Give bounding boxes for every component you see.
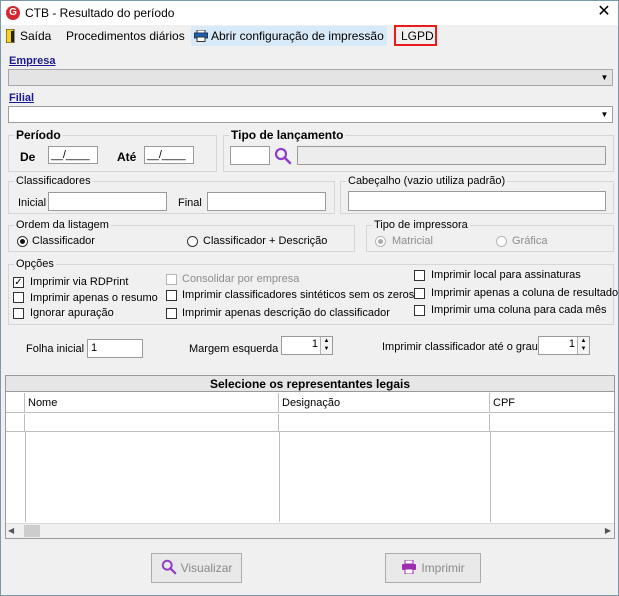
- opt-sinteticos-checkbox[interactable]: [166, 290, 177, 301]
- impressora-option-label: Matricial: [392, 235, 433, 247]
- spinner-arrows-icon[interactable]: ▲ ▼: [320, 337, 332, 354]
- periodo-from-label: De: [20, 150, 36, 164]
- ordem-classificador-radio[interactable]: [17, 236, 28, 247]
- grid-column-line: [490, 432, 491, 522]
- magnifier-icon: [161, 559, 177, 578]
- visualizar-button[interactable]: Visualizar: [151, 553, 242, 583]
- opt-consolidar-checkbox[interactable]: [166, 274, 177, 285]
- tipo-lancamento-code-input[interactable]: [230, 146, 270, 165]
- close-button[interactable]: ✕: [595, 3, 613, 21]
- opt-rdprint-checkbox[interactable]: ✓: [13, 277, 24, 288]
- app-logo-icon: G: [6, 6, 20, 20]
- row-indicator-header: [6, 393, 25, 413]
- grid-column-line: [279, 432, 280, 522]
- visualizar-label: Visualizar: [180, 561, 233, 575]
- classificador-inicial-input[interactable]: [48, 192, 167, 211]
- scroll-right-icon[interactable]: ▶: [605, 526, 611, 535]
- opt-label: Imprimir via RDPrint: [30, 276, 129, 288]
- opt-label: Ignorar apuração: [30, 307, 114, 319]
- exit-door-icon: [5, 28, 15, 44]
- table-cell[interactable]: [279, 414, 490, 432]
- table-cell[interactable]: [25, 414, 279, 432]
- opt-coluna-mes-checkbox[interactable]: [414, 305, 425, 316]
- menu-print-config[interactable]: Abrir configuração de impressão: [211, 28, 384, 44]
- classificador-inicial-label: Inicial: [18, 197, 47, 209]
- margem-label: Margem esquerda: [189, 343, 279, 355]
- opt-coluna-resultado-checkbox[interactable]: [414, 288, 425, 299]
- menu-bar: Saída Procedimentos diários Abrir config…: [1, 25, 618, 47]
- table-row-indicator[interactable]: [6, 414, 25, 432]
- tipo-impressora-legend: Tipo de impressora: [374, 219, 468, 231]
- grau-spinner[interactable]: 1 ▲ ▼: [538, 336, 590, 355]
- column-header-designacao[interactable]: Designação: [279, 393, 490, 413]
- print-icon: [401, 559, 417, 577]
- cabecalho-input[interactable]: [348, 191, 606, 211]
- opt-label: Imprimir classificadores sintéticos sem …: [182, 289, 415, 301]
- cabecalho-legend: Cabeçalho (vazio utiliza padrão): [348, 175, 506, 187]
- ctb-result-window: G CTB - Resultado do período ✕ Saída Pro…: [0, 0, 619, 596]
- folha-inicial-input[interactable]: 1: [87, 339, 143, 358]
- grau-value: 1: [568, 338, 575, 350]
- opt-label: Imprimir local para assinaturas: [431, 269, 581, 281]
- representantes-grid[interactable]: Selecione os representantes legais Nome …: [5, 375, 615, 539]
- filial-combo[interactable]: ▼: [8, 106, 613, 123]
- window-title: CTB - Resultado do período: [25, 6, 175, 20]
- ordem-option-label: Classificador + Descrição: [203, 235, 328, 247]
- empresa-combo[interactable]: ▼: [8, 69, 613, 86]
- opt-assinaturas-checkbox[interactable]: [414, 270, 425, 281]
- classificador-final-input[interactable]: [207, 192, 326, 211]
- search-icon[interactable]: [274, 147, 292, 165]
- menu-exit[interactable]: Saída: [20, 28, 51, 44]
- chevron-down-icon: ▼: [600, 110, 609, 119]
- opt-descricao-checkbox[interactable]: [166, 308, 177, 319]
- periodo-legend: Período: [16, 128, 61, 142]
- tipo-lancamento-legend: Tipo de lançamento: [231, 128, 344, 142]
- opt-label: Imprimir uma coluna para cada mês: [431, 304, 607, 316]
- opt-label: Imprimir apenas o resumo: [30, 292, 158, 304]
- ordem-legend: Ordem da listagem: [16, 219, 109, 231]
- printer-icon-overlay: [194, 29, 208, 42]
- opt-label: Imprimir apenas a coluna de resultado: [431, 287, 619, 299]
- grid-column-line: [25, 432, 26, 522]
- opt-label: Consolidar por empresa: [182, 273, 300, 285]
- ordem-classificador-descricao-radio[interactable]: [187, 236, 198, 247]
- impressora-matricial-radio[interactable]: [375, 236, 386, 247]
- classificador-final-label: Final: [178, 197, 202, 209]
- menu-lgpd[interactable]: LGPD: [401, 28, 434, 44]
- chevron-down-icon: ▼: [600, 73, 609, 82]
- table-cell[interactable]: [490, 414, 614, 432]
- scroll-left-icon[interactable]: ◀: [8, 526, 14, 535]
- opt-label: Imprimir apenas descrição do classificad…: [182, 307, 390, 319]
- column-header-cpf[interactable]: CPF: [490, 393, 614, 413]
- imprimir-button[interactable]: Imprimir: [385, 553, 481, 583]
- scrollbar-thumb[interactable]: [24, 525, 40, 537]
- filial-label: Filial: [9, 92, 35, 104]
- ordem-option-label: Classificador: [32, 235, 95, 247]
- margem-value: 1: [311, 338, 318, 350]
- spinner-arrows-icon[interactable]: ▲ ▼: [577, 337, 589, 354]
- column-header-nome[interactable]: Nome: [25, 393, 279, 413]
- empresa-label: Empresa: [9, 55, 56, 67]
- imprimir-label: Imprimir: [421, 561, 465, 575]
- margem-spinner[interactable]: 1 ▲ ▼: [281, 336, 333, 355]
- opt-apuracao-checkbox[interactable]: [13, 308, 24, 319]
- periodo-to-input[interactable]: __/____: [144, 146, 194, 164]
- impressora-grafica-radio[interactable]: [496, 236, 507, 247]
- horizontal-scrollbar[interactable]: ◀ ▶: [6, 523, 614, 538]
- grau-label: Imprimir classificador até o grau: [382, 341, 538, 353]
- periodo-to-label: Até: [117, 150, 137, 164]
- folha-inicial-label: Folha inicial: [26, 343, 85, 355]
- periodo-from-input[interactable]: __/____: [48, 146, 98, 164]
- impressora-option-label: Gráfica: [512, 235, 548, 247]
- tipo-lancamento-desc-input: [297, 146, 606, 165]
- menu-daily-procedures[interactable]: Procedimentos diários: [66, 28, 185, 44]
- opt-resumo-checkbox[interactable]: [13, 292, 24, 303]
- classificadores-legend: Classificadores: [16, 175, 91, 187]
- opcoes-legend: Opções: [16, 258, 54, 270]
- representantes-title: Selecione os representantes legais: [6, 376, 614, 392]
- title-bar: G CTB - Resultado do período ✕: [1, 1, 618, 25]
